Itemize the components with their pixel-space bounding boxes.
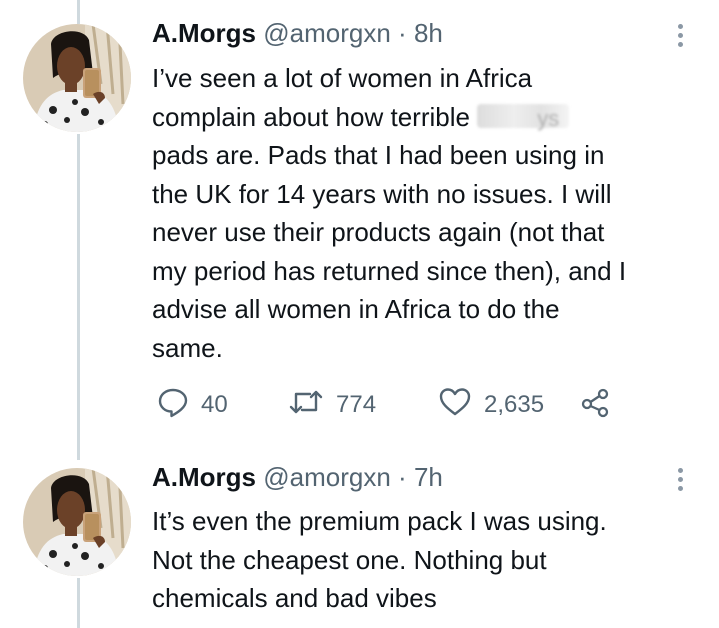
avatar[interactable] xyxy=(23,24,131,132)
tweet-line: never use their products again (not that xyxy=(152,217,605,247)
tweet-line: advise all women in Africa to do the xyxy=(152,294,560,324)
tweet-actions: 40 774 2,635 xyxy=(157,387,627,421)
more-options-icon[interactable] xyxy=(666,18,694,52)
tweet-line: same. xyxy=(152,332,223,363)
tweet-line: chemicals and bad vibes xyxy=(152,583,437,613)
display-name[interactable]: A.Morgs xyxy=(152,18,256,48)
thread-line-bottom xyxy=(77,578,80,628)
timestamp[interactable]: 7h xyxy=(414,462,443,492)
display-name[interactable]: A.Morgs xyxy=(152,462,256,492)
tweet-line: the UK for 14 years with no issues. I wi… xyxy=(152,178,612,209)
reply-count: 40 xyxy=(201,391,228,418)
like-count: 2,635 xyxy=(484,391,545,418)
like-icon xyxy=(438,386,472,425)
thread-line-middle xyxy=(77,134,80,460)
tweet-text: It’s even the premium pack I was using. … xyxy=(152,502,607,618)
retweet-button[interactable]: 774 xyxy=(288,389,376,421)
separator-dot: · xyxy=(398,18,407,48)
tweet-text: I’ve seen a lot of women in Africa compl… xyxy=(152,59,626,367)
tweet-line: I’ve seen a lot of women in Africa xyxy=(152,63,533,93)
more-options-icon[interactable] xyxy=(666,462,694,496)
thread-line-top xyxy=(77,0,80,24)
retweet-count: 774 xyxy=(336,391,377,418)
avatar[interactable] xyxy=(23,468,131,576)
retweet-icon xyxy=(288,386,324,425)
share-button[interactable] xyxy=(579,388,611,421)
tweet-line: It’s even the premium pack I was using. xyxy=(152,506,607,536)
share-icon xyxy=(579,386,611,425)
tweet-line: my period has returned since then), and … xyxy=(152,255,627,286)
user-handle[interactable]: @amorgxn xyxy=(263,462,391,492)
reply-button[interactable]: 40 xyxy=(157,388,228,421)
like-button[interactable]: 2,635 xyxy=(438,387,545,421)
timestamp[interactable]: 8h xyxy=(414,18,443,48)
tweet-line: Not the cheapest one. Nothing but xyxy=(152,544,547,575)
redacted-brand: ys xyxy=(477,103,570,131)
tweet-line: pads are. Pads that I had been using in xyxy=(152,140,605,170)
tweet-header: A.Morgs @amorgxn · 7h xyxy=(152,462,443,493)
user-handle[interactable]: @amorgxn xyxy=(263,18,391,48)
tweet-header: A.Morgs @amorgxn · 8h xyxy=(152,18,443,49)
tweet-line: complain about how terrible ys xyxy=(152,98,626,137)
separator-dot: · xyxy=(398,462,407,492)
reply-icon xyxy=(157,386,189,425)
